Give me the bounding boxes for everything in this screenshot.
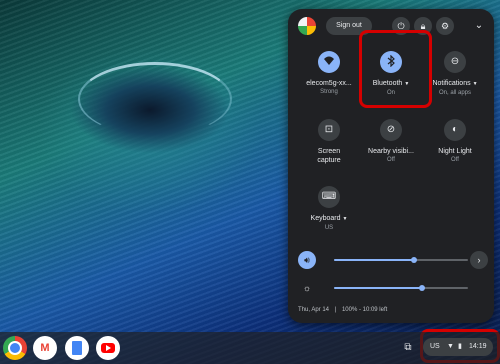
tile-notifications-label-row: Notifications ▼ bbox=[424, 79, 486, 89]
tile-nearby-visibility-label: Nearby visibi... bbox=[368, 148, 414, 155]
brightness-slider[interactable] bbox=[334, 285, 468, 291]
tile-screen-capture[interactable]: ⊡ Screen capture bbox=[298, 119, 360, 165]
volume-icon[interactable]: 🔊︎ bbox=[298, 251, 316, 269]
tile-night-light[interactable]: ◐ Night Light Off bbox=[424, 119, 486, 164]
brightness-icon: ☼ bbox=[302, 283, 312, 293]
night-light-icon[interactable]: ◐ bbox=[444, 119, 466, 141]
youtube-icon[interactable] bbox=[96, 336, 120, 360]
gmail-icon[interactable]: M bbox=[33, 336, 57, 360]
gear-icon[interactable]: ⚙ bbox=[436, 17, 454, 35]
keyboard-icon[interactable]: ⌨ bbox=[318, 186, 340, 208]
ime-indicator: US bbox=[430, 343, 440, 350]
caret-down-icon: ▼ bbox=[472, 81, 478, 87]
tile-wifi-label: elecom5g-xx... bbox=[306, 80, 352, 87]
nearby-visibility-icon[interactable]: ⊘ bbox=[380, 119, 402, 141]
tile-wifi-status: Strong bbox=[320, 89, 338, 95]
notifications-icon[interactable]: ⊖ bbox=[444, 51, 466, 73]
wifi-icon[interactable] bbox=[318, 51, 340, 73]
clock: 14:19 bbox=[469, 343, 487, 350]
brightness-slider-thumb[interactable] bbox=[419, 285, 426, 291]
chrome-icon[interactable] bbox=[3, 336, 27, 360]
holding-space-icon[interactable]: ⧉ bbox=[401, 341, 415, 355]
panel-footer: Thu, Apr 14 | 100% - 10:09 left bbox=[298, 307, 387, 313]
tile-wifi[interactable]: elecom5g-xx... Strong bbox=[298, 51, 360, 96]
tile-keyboard-label: Keyboard bbox=[310, 215, 341, 222]
tile-screen-capture-label-line2: capture bbox=[317, 157, 341, 164]
tile-nearby-visibility-status: Off bbox=[387, 157, 395, 163]
screen-capture-icon[interactable]: ⊡ bbox=[318, 119, 340, 141]
volume-slider-row: 🔊︎ › bbox=[298, 251, 488, 269]
volume-slider-fill bbox=[334, 259, 415, 261]
tile-keyboard[interactable]: ⌨ Keyboard ▼ US bbox=[298, 186, 360, 232]
volume-slider[interactable] bbox=[334, 257, 468, 263]
tile-keyboard-status: US bbox=[324, 225, 334, 231]
battery-text: 100% - 10:09 left bbox=[341, 307, 388, 313]
wifi-status-icon: ▼ bbox=[447, 343, 454, 350]
caret-down-icon: ▼ bbox=[342, 216, 348, 222]
bluetooth-highlight-box bbox=[359, 30, 432, 108]
tile-keyboard-label-row: Keyboard ▼ bbox=[298, 214, 360, 224]
brightness-slider-row: ☼ bbox=[298, 279, 486, 297]
chevron-down-icon[interactable]: ⌄ bbox=[470, 17, 488, 35]
separator: | bbox=[334, 307, 337, 313]
avatar[interactable] bbox=[298, 17, 316, 35]
brightness-slider-fill bbox=[334, 287, 423, 289]
tile-night-light-status: Off bbox=[451, 157, 459, 163]
tile-nearby-visibility[interactable]: ⊘ Nearby visibi... Off bbox=[360, 119, 422, 164]
date-text[interactable]: Thu, Apr 14 bbox=[298, 307, 329, 313]
water-drop-image bbox=[78, 62, 232, 136]
docs-icon[interactable] bbox=[65, 336, 89, 360]
audio-settings-arrow-icon[interactable]: › bbox=[470, 251, 488, 269]
volume-slider-thumb[interactable] bbox=[411, 257, 418, 263]
tile-notifications-status: On, all apps bbox=[438, 90, 472, 96]
tile-night-light-label: Night Light bbox=[438, 148, 472, 155]
tile-notifications[interactable]: ⊖ Notifications ▼ On, all apps bbox=[424, 51, 486, 97]
tile-screen-capture-label: Screen bbox=[317, 148, 341, 155]
status-tray[interactable]: US ▼ ▮ 14:19 bbox=[423, 338, 493, 356]
battery-icon: ▮ bbox=[458, 343, 462, 350]
tile-notifications-label: Notifications bbox=[432, 80, 471, 87]
